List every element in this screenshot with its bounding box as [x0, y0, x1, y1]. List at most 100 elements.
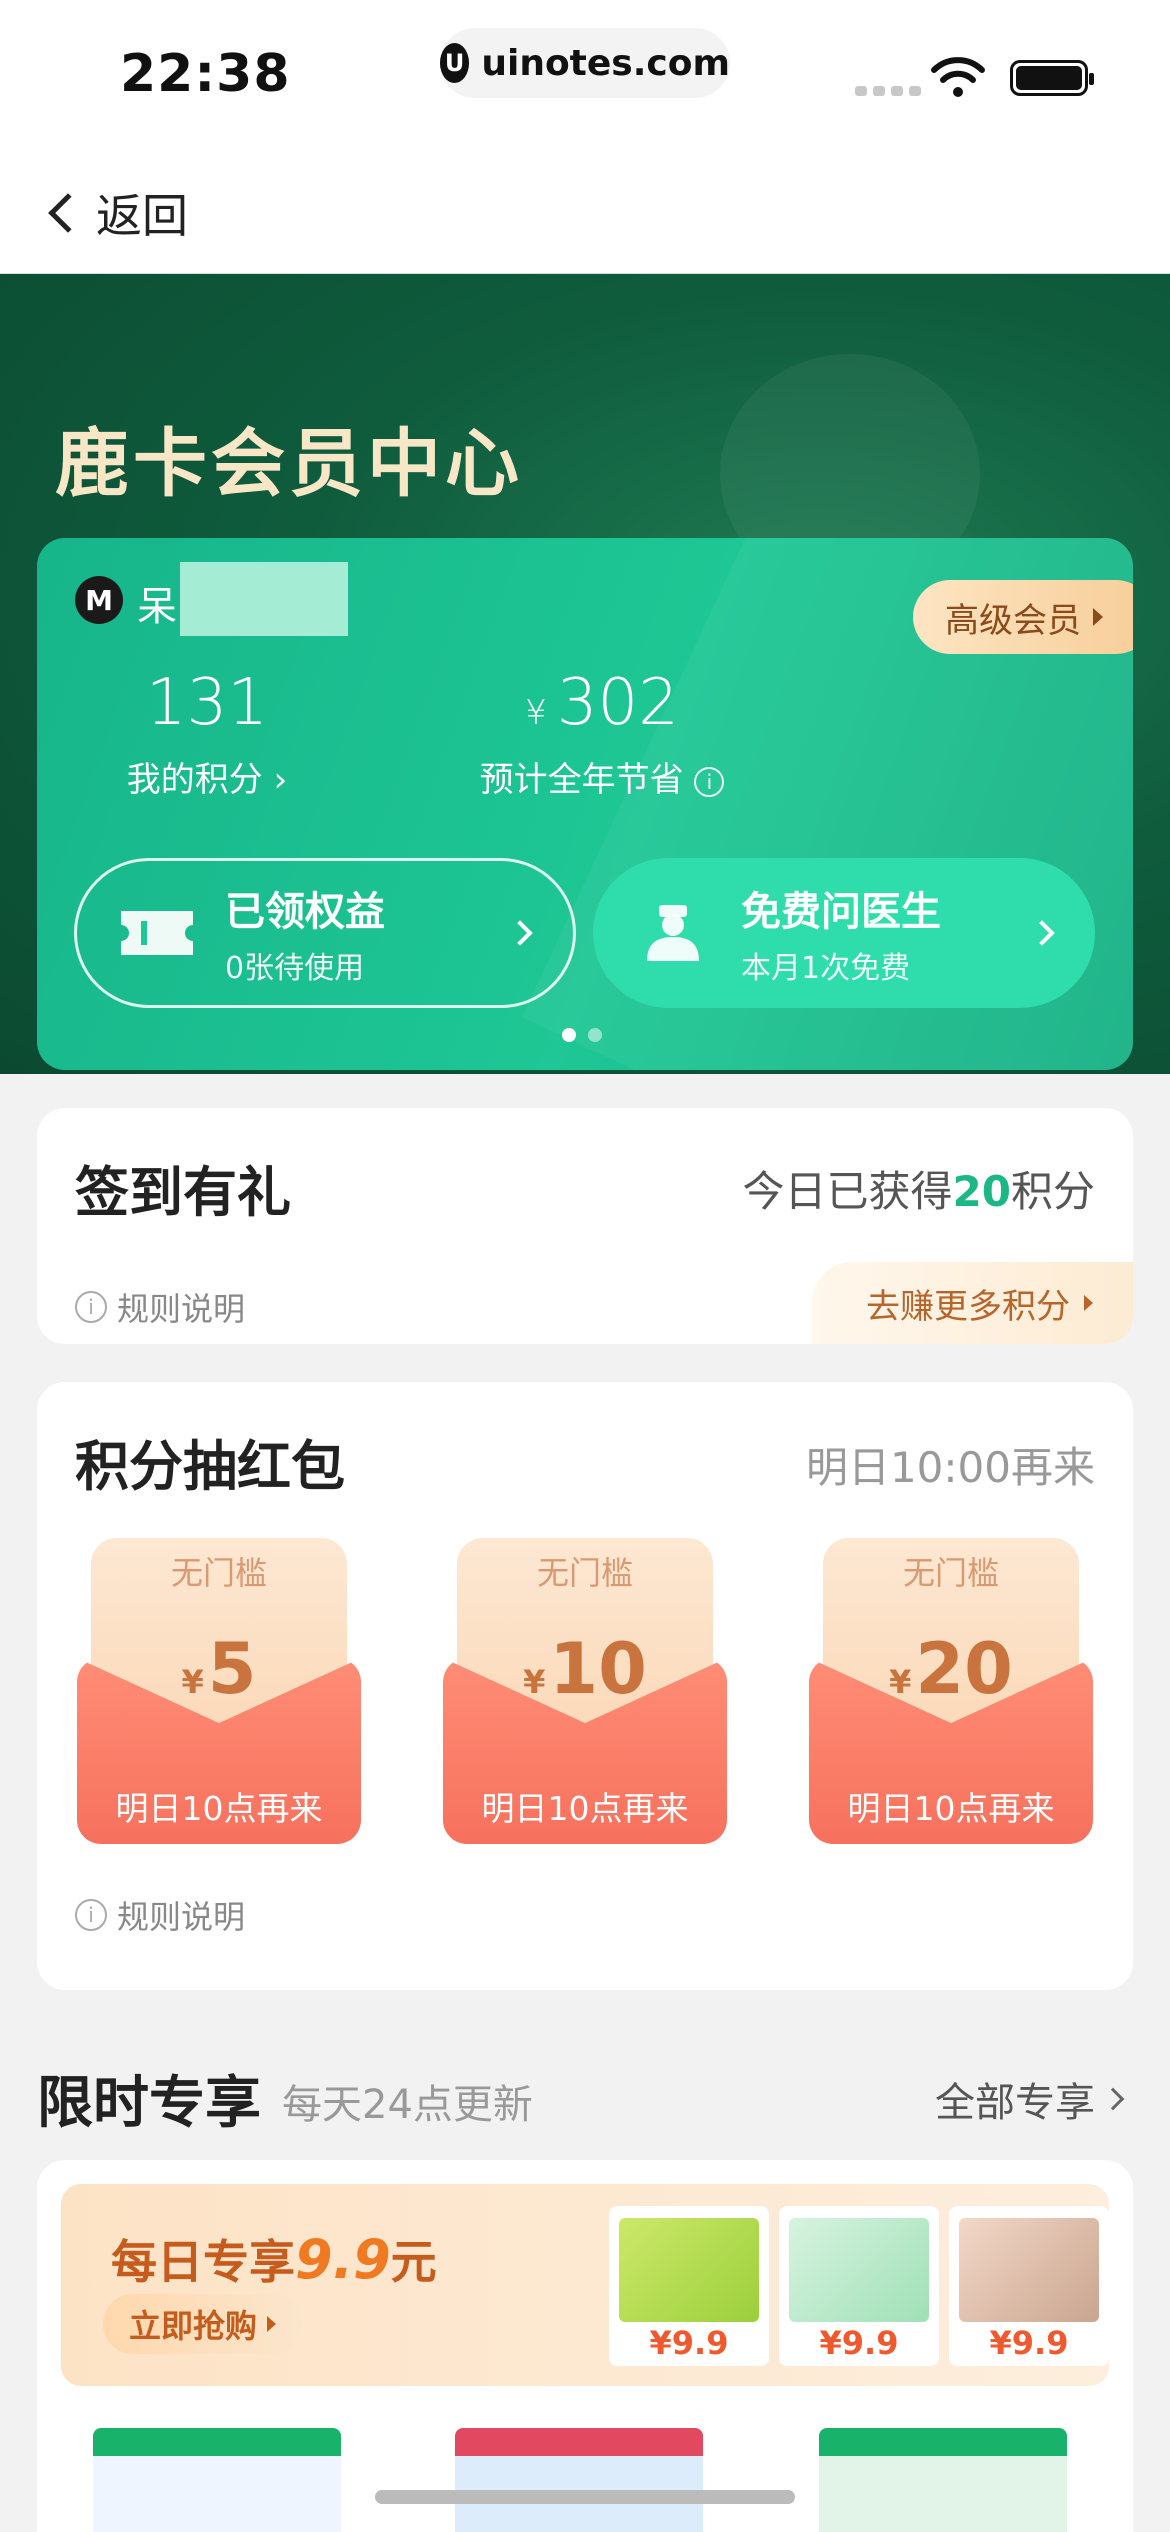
earn-more-label: 去赚更多积分	[866, 1286, 1070, 1327]
savings-label: 预计全年节省	[479, 760, 684, 800]
doctor-icon	[647, 905, 699, 961]
savings-stat: ¥302 预计全年节省 i	[457, 666, 747, 801]
url-text: uinotes.com	[481, 42, 730, 84]
product-price: ¥9.9	[819, 2324, 899, 2362]
rules-link[interactable]: i 规则说明	[75, 1284, 245, 1330]
points-stat[interactable]: 131 我的积分 ›	[117, 666, 297, 801]
buy-now-button[interactable]: 立即抢购	[103, 2294, 303, 2354]
page-title: 鹿卡会员中心	[55, 421, 523, 507]
member-level-label: 高级会员	[945, 600, 1081, 641]
product-thumb[interactable]: ¥9.9	[779, 2206, 939, 2366]
back-label: 返回	[96, 189, 188, 243]
product-image	[959, 2218, 1099, 2322]
site-logo-icon: U	[440, 43, 470, 83]
amount-value: 20	[915, 1628, 1013, 1710]
envelope-cta: 明日10点再来	[847, 1789, 1055, 1828]
product-price: ¥9.9	[649, 2324, 729, 2362]
limited-subtitle: 每天24点更新	[282, 2082, 533, 2128]
product-image	[789, 2218, 929, 2322]
product-card[interactable]	[455, 2428, 703, 2532]
promo-prefix: 每日专享	[111, 2235, 295, 2289]
wifi-icon	[931, 57, 985, 97]
claimed-benefits-button[interactable]: 已领权益 0张待使用	[74, 858, 576, 1008]
rules-label: 规则说明	[117, 1290, 246, 1328]
back-button[interactable]: 返回	[40, 180, 188, 246]
amount-value: 5	[207, 1628, 257, 1710]
product-thumb[interactable]: ¥9.9	[949, 2206, 1109, 2366]
envelope-cta: 明日10点再来	[115, 1789, 323, 1828]
rules-label: 规则说明	[117, 1898, 246, 1936]
benefit-title: 已领权益	[225, 889, 385, 935]
signin-card: 签到有礼 今日已获得20积分 i 规则说明 去赚更多积分	[37, 1108, 1133, 1344]
product-thumb[interactable]: ¥9.9	[609, 2206, 769, 2366]
product-image	[619, 2218, 759, 2322]
name-redaction	[180, 562, 348, 636]
product-price: ¥9.9	[989, 2324, 1069, 2362]
savings-value: 302	[556, 666, 679, 740]
chevron-right-icon	[1101, 2087, 1125, 2111]
promo-suffix: 元	[390, 2235, 437, 2289]
buy-now-label: 立即抢购	[129, 2307, 258, 2345]
envelope-cta: 明日10点再来	[481, 1789, 689, 1828]
today-prefix: 今日已获得	[742, 1167, 953, 1216]
member-level-button[interactable]: 高级会员	[913, 580, 1133, 654]
caret-right-icon	[267, 2316, 277, 2332]
lottery-title: 积分抽红包	[75, 1435, 345, 1498]
user-name: 呆	[137, 584, 177, 630]
member-card[interactable]: M 呆 高级会员 131 我的积分 › ¥302 预计全年节省 i 已领权益 0…	[37, 538, 1133, 1070]
benefit-title: 免费问医生	[741, 889, 941, 935]
currency-symbol: ¥	[523, 1663, 546, 1701]
currency-symbol: ¥	[889, 1663, 912, 1701]
free-doctor-button[interactable]: 免费问医生 本月1次免费	[593, 858, 1095, 1008]
ticket-icon	[121, 911, 193, 955]
promo-price: 9.9	[295, 2228, 391, 2291]
signin-title: 签到有礼	[75, 1161, 291, 1224]
product-card[interactable]	[93, 2428, 341, 2532]
earn-more-button[interactable]: 去赚更多积分	[812, 1262, 1133, 1344]
currency-symbol: ¥	[181, 1663, 204, 1701]
carousel-dot[interactable]	[562, 1028, 576, 1042]
clock: 22:38	[120, 44, 291, 104]
rules-link[interactable]: i 规则说明	[75, 1892, 245, 1938]
envelope-tag: 无门槛	[536, 1554, 633, 1592]
caret-right-icon	[1084, 1295, 1093, 1311]
status-bar: 22:38 U uinotes.com	[0, 0, 1170, 140]
caret-right-icon	[1093, 608, 1103, 626]
limited-title: 限时专享	[37, 2071, 261, 2136]
benefit-subtitle: 本月1次免费	[741, 951, 911, 986]
promo-title: 每日专享9.9元	[111, 2226, 437, 2292]
daily-promo-banner[interactable]: 每日专享9.9元 立即抢购 ¥9.9 ¥9.9 ¥9.9	[61, 2184, 1109, 2386]
points-value: 131	[145, 666, 269, 740]
amount-value: 10	[549, 1628, 647, 1710]
view-all-label: 全部专享	[935, 2080, 1095, 2126]
chevron-right-icon	[1029, 920, 1055, 946]
red-envelope[interactable]: 无门槛 ¥5 明日10点再来	[77, 1538, 361, 1844]
chevron-left-icon	[48, 193, 88, 233]
lottery-card: 积分抽红包 明日10:00再来 无门槛 ¥5 明日10点再来 无门槛 ¥10 明…	[37, 1382, 1133, 1990]
next-time: 明日10:00再来	[805, 1443, 1095, 1492]
today-points: 今日已获得20积分	[743, 1158, 1095, 1219]
carousel-dot[interactable]	[588, 1028, 602, 1042]
member-badge-icon: M	[75, 576, 123, 624]
today-points-value: 20	[952, 1167, 1011, 1216]
today-suffix: 积分	[1010, 1167, 1095, 1216]
url-pill[interactable]: U uinotes.com	[440, 28, 730, 98]
info-icon: i	[75, 1899, 107, 1931]
carousel-dots	[562, 1028, 602, 1042]
info-icon: i	[75, 1291, 107, 1323]
currency-symbol: ¥	[525, 693, 547, 733]
view-all-button[interactable]: 全部专享	[935, 2070, 1125, 2128]
red-envelope[interactable]: 无门槛 ¥10 明日10点再来	[443, 1538, 727, 1844]
chevron-right-icon	[507, 920, 533, 946]
home-indicator[interactable]	[375, 2490, 795, 2504]
cellular-signal-icon	[855, 86, 921, 96]
limited-card: 每日专享9.9元 立即抢购 ¥9.9 ¥9.9 ¥9.9	[37, 2160, 1133, 2532]
red-envelope[interactable]: 无门槛 ¥20 明日10点再来	[809, 1538, 1093, 1844]
benefit-subtitle: 0张待使用	[225, 951, 365, 986]
product-card[interactable]	[819, 2428, 1067, 2532]
envelope-tag: 无门槛	[902, 1554, 999, 1592]
battery-icon	[1010, 60, 1094, 96]
nav-bar: 返回	[0, 140, 1170, 274]
envelope-tag: 无门槛	[170, 1554, 267, 1592]
info-icon[interactable]: i	[694, 766, 725, 797]
